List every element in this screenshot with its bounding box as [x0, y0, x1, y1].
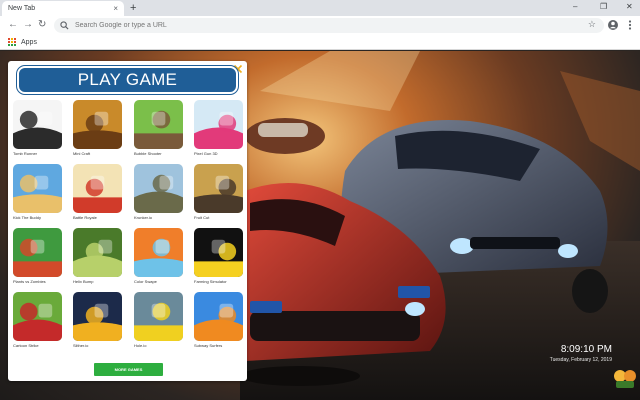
game-title: Bubble Shooter	[134, 151, 162, 156]
maximize-button[interactable]: ❐	[600, 2, 607, 12]
bookmark-star-icon[interactable]: ☆	[588, 19, 596, 30]
game-title: Helix Bump	[73, 279, 94, 284]
game-card[interactable]: Fruit Cut	[194, 164, 244, 220]
game-thumbnail[interactable]	[134, 100, 183, 149]
apps-grid-icon[interactable]	[8, 38, 16, 46]
game-title: Krunker.io	[134, 215, 153, 220]
menu-dots-icon[interactable]	[624, 19, 636, 31]
clock-date: Tuesday, February 12, 2019	[549, 357, 612, 363]
game-title: Plants vs Zombies	[13, 279, 46, 284]
game-card[interactable]: Tomb Runner	[13, 100, 63, 156]
omnibox[interactable]: ☆	[54, 18, 604, 33]
more-games-button[interactable]: MORE GAMES	[94, 363, 163, 376]
game-card[interactable]: Krunker.io	[134, 164, 184, 220]
address-input[interactable]	[75, 22, 555, 29]
game-thumbnail[interactable]	[13, 228, 62, 277]
game-card[interactable]: Bubble Shooter	[134, 100, 184, 156]
game-card[interactable]: Helix Bump	[73, 228, 123, 284]
forward-button[interactable]: →	[23, 19, 33, 31]
clock-time: 8:09:10 PM	[560, 344, 612, 355]
bookmarks-bar: Apps	[0, 35, 640, 50]
game-title: Tomb Runner	[13, 151, 38, 156]
tab-strip: New Tab × + – ❐ ✕	[0, 0, 640, 16]
game-title: Subway Surfers	[194, 343, 223, 348]
new-tab-button[interactable]: +	[130, 1, 136, 15]
game-title: Cartoon Strike	[13, 343, 39, 348]
tab-title: New Tab	[8, 5, 36, 12]
game-thumbnail[interactable]	[73, 164, 122, 213]
game-thumbnail[interactable]	[134, 228, 183, 277]
game-title: Pixel Gun 3D	[194, 151, 218, 156]
game-thumbnail[interactable]	[194, 228, 243, 277]
game-title: Color Swape	[134, 279, 157, 284]
game-card[interactable]: Subway Surfers	[194, 292, 244, 348]
game-thumbnail[interactable]	[73, 228, 122, 277]
game-thumbnail[interactable]	[194, 292, 243, 341]
game-card[interactable]: Plants vs Zombies	[13, 228, 63, 284]
game-title: Hole.io	[134, 343, 147, 348]
game-card[interactable]: Cartoon Strike	[13, 292, 63, 348]
game-thumbnail[interactable]	[134, 292, 183, 341]
game-thumbnail[interactable]	[13, 100, 62, 149]
game-panel: PLAY GAME Tomb Runner Mini Craft Bubble Sh…	[8, 61, 247, 381]
minimize-button[interactable]: –	[573, 2, 577, 12]
character-logo-icon	[614, 370, 636, 388]
game-card[interactable]: Battle Royale	[73, 164, 123, 220]
game-title: Farming Simulator	[194, 279, 227, 284]
game-title: Battle Royale	[73, 215, 97, 220]
game-thumbnail[interactable]	[13, 164, 62, 213]
back-button[interactable]: ←	[8, 19, 18, 31]
game-card[interactable]: Mini Craft	[73, 100, 123, 156]
game-title: Mini Craft	[73, 151, 91, 156]
game-title: Slither.io	[73, 343, 89, 348]
game-thumbnail[interactable]	[13, 292, 62, 341]
game-title: Fruit Cut	[194, 215, 210, 220]
game-card[interactable]: Color Swape	[134, 228, 184, 284]
play-game-button[interactable]: PLAY GAME	[16, 65, 239, 95]
game-thumbnail[interactable]	[73, 100, 122, 149]
game-card[interactable]: Farming Simulator	[194, 228, 244, 284]
apps-link[interactable]: Apps	[21, 39, 37, 46]
game-thumbnail[interactable]	[194, 164, 243, 213]
tab-close-icon[interactable]: ×	[113, 4, 118, 13]
game-card[interactable]: Pixel Gun 3D	[194, 100, 244, 156]
search-icon	[60, 21, 69, 30]
game-thumbnail[interactable]	[73, 292, 122, 341]
clock-widget: 8:09:10 PM Tuesday, February 12, 2019	[550, 344, 612, 364]
game-thumbnail[interactable]	[134, 164, 183, 213]
profile-icon[interactable]	[607, 19, 619, 31]
toolbar: ← → ↻ ☆	[0, 16, 640, 35]
game-card[interactable]: Kick The Buddy	[13, 164, 63, 220]
tab-new-tab[interactable]: New Tab ×	[2, 1, 124, 16]
game-card[interactable]: Slither.io	[73, 292, 123, 348]
game-thumbnail[interactable]	[194, 100, 243, 149]
close-window-button[interactable]: ✕	[626, 2, 633, 12]
reload-button[interactable]: ↻	[38, 19, 46, 31]
game-title: Kick The Buddy	[13, 215, 41, 220]
game-card[interactable]: Hole.io	[134, 292, 184, 348]
